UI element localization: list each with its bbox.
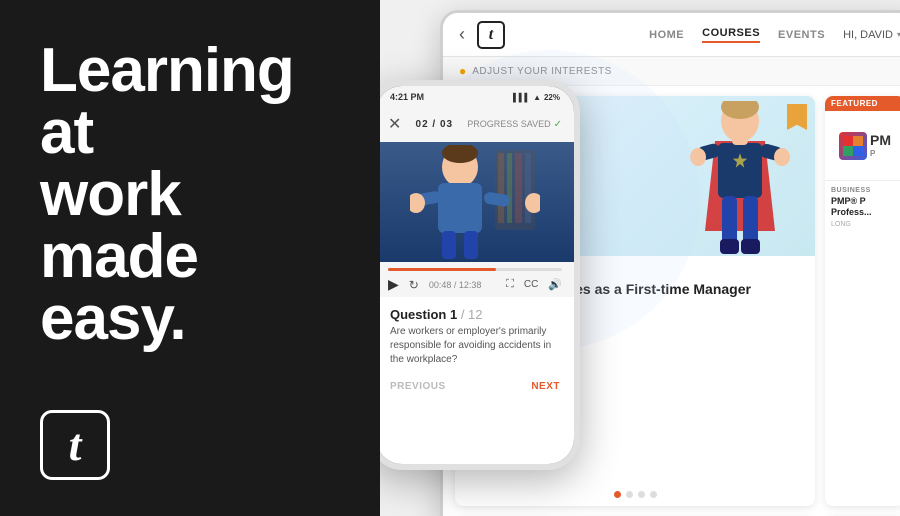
- interests-icon: ●: [459, 64, 466, 78]
- nav-events[interactable]: EVENTS: [778, 29, 825, 41]
- left-panel: Learning at work made easy. t: [0, 0, 380, 516]
- featured-category: BUSINESS: [831, 187, 899, 194]
- previous-button[interactable]: PREVIOUS: [390, 381, 446, 392]
- logo-letter: t: [69, 422, 82, 468]
- controls-row: ▶ ↻ 00:48 / 12:38 ⛶ CC 🔊: [388, 276, 562, 293]
- featured-card[interactable]: FEATURED: [825, 96, 900, 506]
- tablet-nav: ‹ t HOME COURSES EVENTS HI, DAVID ▾: [443, 13, 900, 57]
- replay-icon[interactable]: ↻: [409, 278, 419, 292]
- video-time: 00:48 / 12:38: [429, 280, 482, 290]
- phone-screen: 4:21 PM ▌▌▌ ▲ 22% ✕ 02 / 03 PROGRESS SAV…: [380, 86, 574, 464]
- hero-line2: at: [40, 102, 340, 164]
- progress-saved: PROGRESS SAVED ✓: [467, 119, 562, 130]
- pmp-icon: [839, 132, 867, 160]
- status-icons: ▌▌▌ ▲ 22%: [513, 93, 560, 102]
- quiz-nav: PREVIOUS NEXT: [390, 381, 560, 392]
- nav-logo-letter: t: [489, 27, 493, 43]
- wifi-icon: ▲: [533, 93, 541, 102]
- pmp-logo-svg: [843, 136, 863, 156]
- player-top-bar: ✕ 02 / 03 PROGRESS SAVED ✓: [380, 106, 574, 142]
- play-button[interactable]: ▶: [388, 276, 399, 293]
- superhero-illustration: [680, 101, 800, 256]
- nav-logo: t: [477, 21, 505, 49]
- video-thumbnail[interactable]: [380, 142, 574, 262]
- question-total: / 12: [461, 307, 483, 322]
- fullscreen-icon[interactable]: ⛶: [506, 278, 514, 291]
- video-person-illustration: [410, 145, 540, 260]
- card-dots: [455, 483, 815, 506]
- pmp-logo: PM P: [839, 132, 891, 160]
- featured-logo-area: PM P: [825, 111, 900, 181]
- right-panel: ‹ t HOME COURSES EVENTS HI, DAVID ▾ ● AD…: [380, 0, 900, 516]
- quiz-section: Question 1 / 12 Are workers or employer'…: [380, 297, 574, 464]
- dot-1[interactable]: [614, 491, 621, 498]
- hero-title: Learning at work made easy.: [40, 40, 340, 350]
- featured-badge: FEATURED: [825, 96, 900, 111]
- featured-title: PMP® PProfess...: [831, 196, 899, 218]
- hero-line3: work: [40, 164, 340, 226]
- close-button[interactable]: ✕: [388, 114, 401, 134]
- video-progress-bar[interactable]: [388, 268, 562, 271]
- phone-status-bar: 4:21 PM ▌▌▌ ▲ 22%: [380, 86, 574, 106]
- pmp-text: PM P: [870, 132, 891, 158]
- nav-user[interactable]: HI, DAVID ▾: [843, 29, 900, 41]
- featured-card-body: BUSINESS PMP® PProfess... LONG: [825, 181, 900, 234]
- nav-back-button[interactable]: ‹: [459, 24, 465, 45]
- question-label: Question 1: [390, 307, 457, 322]
- hero-line4: made: [40, 226, 340, 288]
- dot-4[interactable]: [650, 491, 657, 498]
- hero-line1: Learning: [40, 40, 340, 102]
- nav-courses[interactable]: COURSES: [702, 27, 760, 43]
- battery-level: 22%: [544, 93, 560, 102]
- volume-icon[interactable]: 🔊: [548, 278, 562, 291]
- brand-logo: t: [40, 410, 110, 480]
- featured-duration: LONG: [831, 221, 899, 228]
- dot-3[interactable]: [638, 491, 645, 498]
- quiz-question-label: Question 1 / 12: [390, 307, 560, 322]
- nav-user-label: HI, DAVID: [843, 29, 893, 41]
- nav-links: HOME COURSES EVENTS: [649, 27, 825, 43]
- saved-label: PROGRESS SAVED: [467, 119, 550, 129]
- lesson-progress: 02 / 03: [416, 119, 454, 130]
- phone-frame: 4:21 PM ▌▌▌ ▲ 22% ✕ 02 / 03 PROGRESS SAV…: [380, 80, 580, 470]
- status-time: 4:21 PM: [390, 92, 424, 102]
- next-button[interactable]: NEXT: [531, 381, 560, 392]
- interests-text: ADJUST YOUR INTERESTS: [472, 66, 612, 77]
- captions-icon[interactable]: CC: [524, 279, 538, 290]
- nav-home[interactable]: HOME: [649, 29, 684, 41]
- hero-text-block: Learning at work made easy.: [40, 40, 340, 350]
- check-icon: ✓: [554, 119, 562, 130]
- phone-mockup: 4:21 PM ▌▌▌ ▲ 22% ✕ 02 / 03 PROGRESS SAV…: [380, 80, 580, 470]
- video-controls: ▶ ↻ 00:48 / 12:38 ⛶ CC 🔊: [380, 262, 574, 297]
- dot-2[interactable]: [626, 491, 633, 498]
- hero-line5: easy.: [40, 288, 340, 350]
- quiz-question-text: Are workers or employer's primarily resp…: [390, 325, 560, 367]
- signal-icon: ▌▌▌: [513, 93, 530, 102]
- progress-fill: [388, 268, 496, 271]
